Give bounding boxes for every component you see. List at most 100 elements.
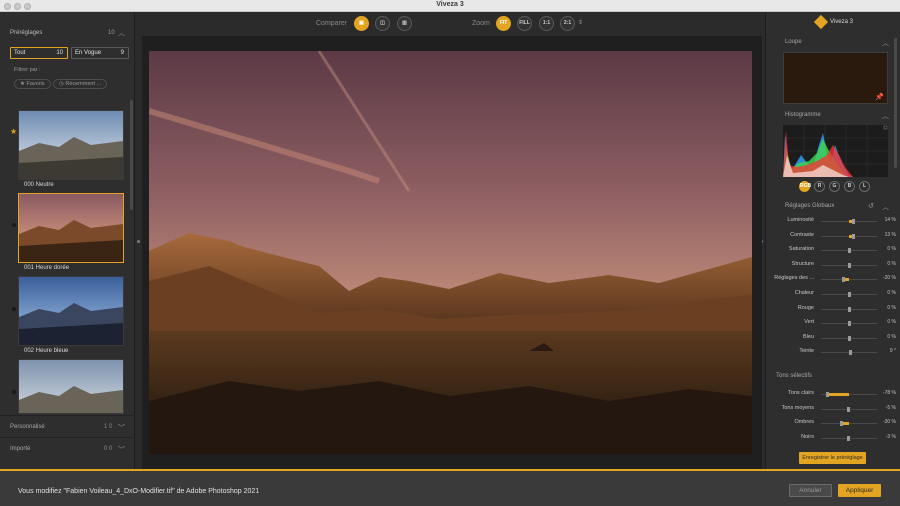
slider-value: -30 %: [882, 419, 896, 425]
compare-split-view-button[interactable]: ◫: [375, 16, 390, 31]
slider-track[interactable]: [821, 335, 877, 341]
slider-knob[interactable]: [849, 350, 852, 356]
slider-label: Structure: [791, 260, 814, 267]
slider-knob[interactable]: [848, 306, 851, 312]
slider-knob[interactable]: [842, 277, 845, 283]
slider-value: 0 %: [887, 290, 896, 296]
apply-button[interactable]: Appliquer: [838, 484, 881, 497]
zoom-fill-button[interactable]: FILL: [517, 16, 532, 31]
preset-thumb-neutral[interactable]: [18, 110, 124, 180]
slider-value: 0 %: [887, 319, 896, 326]
filter-label: Filtrer par :: [14, 67, 41, 73]
collapse-chevron-icon[interactable]: ︿: [882, 38, 889, 48]
slider-track[interactable]: [821, 248, 877, 254]
collapse-chevron-icon[interactable]: ︿: [118, 28, 125, 38]
zoom-stepper-icon[interactable]: ⇕: [578, 19, 583, 26]
adjustments-scrollbar[interactable]: [894, 38, 897, 168]
imported-presets-count: 0 0: [104, 446, 113, 452]
cancel-button[interactable]: Annuler: [789, 484, 832, 497]
top-toolbar: [142, 12, 762, 36]
slider-fill: [827, 393, 849, 396]
slider-track[interactable]: [821, 233, 877, 239]
slider-track[interactable]: [821, 277, 877, 283]
slider-track[interactable]: [821, 321, 877, 327]
slider-knob[interactable]: [852, 233, 855, 239]
custom-presets-row[interactable]: Personnalisé: [10, 424, 45, 430]
slider-track[interactable]: [821, 350, 877, 356]
chevron-down-icon[interactable]: ﹀: [118, 423, 125, 433]
channel-g-button[interactable]: G: [829, 181, 840, 192]
window-title: Viveza 3: [436, 1, 464, 8]
tab-trending-label: En Vogue: [75, 50, 102, 56]
histogram: [783, 125, 888, 177]
slider-knob[interactable]: [826, 392, 829, 397]
compare-side-by-side-button[interactable]: ▥: [397, 16, 412, 31]
slider-track[interactable]: [821, 392, 877, 397]
slider-track[interactable]: [821, 262, 877, 268]
channel-l-button[interactable]: L: [859, 181, 870, 192]
slider-knob[interactable]: [852, 219, 855, 224]
slider-track[interactable]: [821, 292, 877, 297]
chevron-down-icon[interactable]: ﹀: [118, 445, 125, 455]
slider-track[interactable]: [821, 406, 877, 412]
loupe-view[interactable]: 📌: [783, 52, 888, 104]
slider-knob[interactable]: [848, 335, 851, 341]
zoom-200-button[interactable]: 2:1: [560, 16, 575, 31]
slider-knob[interactable]: [840, 421, 843, 426]
collapse-chevron-icon[interactable]: ︿: [882, 111, 889, 121]
selective-tones-title: Tons sélectifs: [776, 373, 813, 379]
filter-favorites-chip[interactable]: ★ Favoris: [14, 79, 51, 89]
slider-track[interactable]: [821, 219, 877, 224]
left-panel-toggle-handle[interactable]: [137, 240, 140, 243]
title-bar: Viveza 3: [0, 0, 900, 12]
slider-knob[interactable]: [848, 248, 851, 254]
slider-track[interactable]: [821, 435, 877, 441]
pin-icon[interactable]: 📌: [875, 93, 884, 101]
histogram-graph: [783, 125, 888, 177]
slider-value: 0 %: [887, 260, 896, 267]
slider-value: -78 %: [882, 390, 896, 396]
divider: [0, 437, 135, 438]
zoom-100-button[interactable]: 1:1: [539, 16, 554, 31]
slider-knob[interactable]: [848, 292, 851, 297]
slider-track[interactable]: [821, 421, 877, 426]
favorite-star-icon[interactable]: ★: [10, 127, 17, 136]
slider-label: Vert: [804, 319, 814, 326]
slider-value: 14 %: [884, 217, 896, 223]
slider-value: 0 %: [887, 333, 896, 340]
zoom-label: Zoom: [472, 20, 490, 27]
channel-b-button[interactable]: B: [844, 181, 855, 192]
compare-single-view-button[interactable]: ▣: [354, 16, 369, 31]
divider: [0, 415, 135, 416]
slider-track[interactable]: [821, 306, 877, 312]
imported-presets-row[interactable]: Importé: [10, 446, 30, 452]
channel-r-button[interactable]: R: [814, 181, 825, 192]
tab-trending[interactable]: En Vogue 9: [71, 47, 129, 59]
slider-value: 9 °: [889, 348, 896, 355]
filter-recent-chip[interactable]: ◷ Récemment ...: [53, 79, 108, 89]
reset-icon[interactable]: ↺: [868, 202, 874, 210]
tab-all[interactable]: Tout 10: [10, 47, 68, 59]
channel-rgb-button[interactable]: RGB: [799, 181, 811, 192]
zoom-fit-button[interactable]: FIT: [496, 16, 511, 31]
compare-label: Comparer: [316, 20, 348, 27]
photo-preview[interactable]: [149, 51, 752, 454]
status-text: Vous modifiez "Fabien Voileau_4_DxO-Modi…: [18, 488, 260, 495]
save-preset-button[interactable]: Enregistrer le préréglage: [799, 452, 866, 464]
slider-label: Teinte: [799, 348, 814, 355]
preset-thumb-blue-hour[interactable]: [18, 276, 124, 346]
slider-knob[interactable]: [847, 435, 850, 441]
collapse-chevron-icon[interactable]: ︿: [882, 202, 889, 212]
slider-label: Chaleur: [794, 290, 814, 296]
filter-favorites-label: Favoris: [26, 81, 45, 87]
presets-scrollbar[interactable]: [130, 100, 133, 210]
preset-thumb-golden-hour[interactable]: [18, 193, 124, 263]
slider-knob[interactable]: [847, 406, 850, 412]
slider-knob[interactable]: [848, 262, 851, 268]
slider-label: Bleu: [802, 333, 814, 340]
presets-count: 10: [108, 30, 115, 36]
preset-thumb[interactable]: [18, 359, 124, 414]
tab-trending-count: 9: [120, 50, 124, 56]
global-adjustments-title: Réglages Globaux: [785, 203, 835, 209]
slider-knob[interactable]: [848, 321, 851, 327]
